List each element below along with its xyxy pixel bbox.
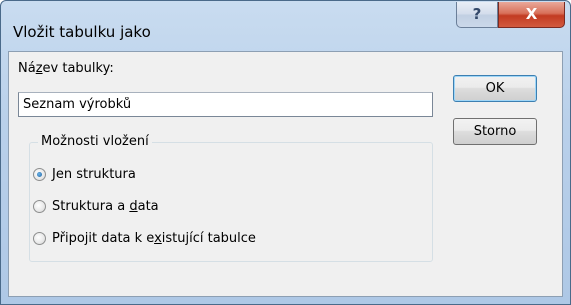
cancel-button[interactable]: Storno <box>453 118 537 145</box>
radio-button-icon[interactable] <box>33 231 46 245</box>
table-name-label: Název tabulky: <box>18 61 114 76</box>
close-button[interactable]: X <box>498 2 565 28</box>
title-bar[interactable]: Vložit tabulku jako ? X <box>1 1 570 51</box>
dialog-window: Vložit tabulku jako ? X Název tabulky: O… <box>0 0 571 305</box>
radio-structure-only[interactable]: Jen struktura <box>33 165 136 183</box>
help-button[interactable]: ? <box>456 2 498 28</box>
radio-button-checked-icon[interactable] <box>33 167 46 181</box>
close-icon: X <box>525 5 538 23</box>
table-name-input[interactable] <box>18 92 433 117</box>
radio-append-data[interactable]: Připojit data k existující tabulce <box>33 229 256 247</box>
radio-label: Připojit data k existující tabulce <box>52 230 256 246</box>
accelerator-z: z <box>35 61 43 76</box>
radio-label: Struktura a data <box>52 198 159 214</box>
radio-button-icon[interactable] <box>33 199 46 213</box>
radio-structure-and-data[interactable]: Struktura a data <box>33 197 159 215</box>
dialog-body: Název tabulky: OK Storno Možnosti vložen… <box>8 51 563 297</box>
help-icon: ? <box>472 5 482 23</box>
radio-label: Jen struktura <box>52 166 136 182</box>
ok-button[interactable]: OK <box>453 75 537 102</box>
window-title: Vložit tabulku jako <box>13 23 151 41</box>
paste-options-legend: Možnosti vložení <box>38 134 152 149</box>
